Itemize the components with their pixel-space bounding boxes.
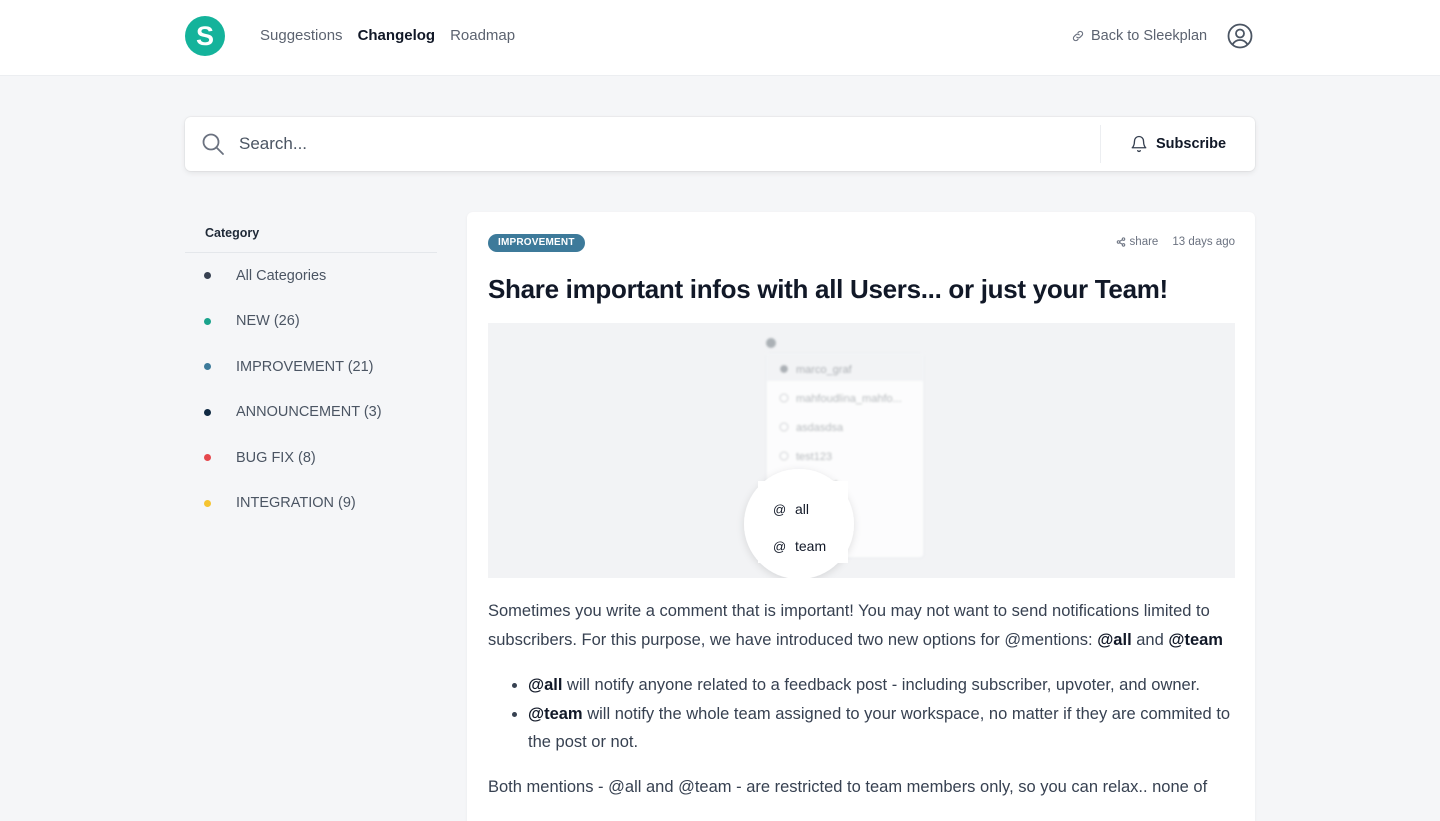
bell-icon	[1131, 135, 1147, 153]
post-intro: Sometimes you write a comment that is im…	[488, 597, 1238, 654]
brand-logo[interactable]: S	[185, 16, 225, 56]
share-icon	[1116, 237, 1125, 247]
mention-all: @all	[1097, 630, 1132, 649]
nav-suggestions[interactable]: Suggestions	[260, 26, 343, 46]
back-link-label: Back to Sleekplan	[1091, 28, 1208, 44]
category-dot-icon	[204, 363, 211, 371]
category-dot-icon	[204, 317, 211, 325]
category-dot-icon	[204, 454, 211, 462]
category-sidebar: Category All Categories NEW (26) IMPROVEME…	[185, 212, 437, 526]
post-body: Sometimes you write a comment that is im…	[488, 597, 1238, 801]
hero-user-4: test123	[796, 451, 832, 463]
category-dot-icon	[204, 499, 211, 507]
bullet-strong: @all	[528, 676, 563, 694]
subscribe-label: Subscribe	[1156, 136, 1227, 152]
hero-mention-all: all	[795, 501, 809, 517]
hero-mention-team: team	[795, 538, 826, 554]
category-dot-icon	[204, 408, 211, 416]
at-icon: @	[773, 502, 786, 517]
bullet-text: will notify anyone related to a feedback…	[562, 676, 1200, 694]
category-heading: Category	[185, 212, 437, 253]
main-nav: Suggestions Changelog Roadmap	[260, 26, 515, 46]
post-title: Share important infos with all Users... …	[488, 274, 1168, 304]
post-outro: Both mentions - @all and @team - are res…	[488, 777, 1208, 796]
category-list: All Categories NEW (26) IMPROVEMENT (21) AN…	[185, 253, 437, 526]
category-label: BUG FIX (8)	[236, 449, 316, 466]
category-label: ANNOUNCEMENT (3)	[236, 404, 382, 421]
list-item: @team will notify the whole team assigne…	[528, 700, 1238, 757]
post-meta: share 13 days ago	[1116, 236, 1235, 248]
share-label: share	[1129, 236, 1159, 248]
post-timestamp: 13 days ago	[1172, 236, 1235, 248]
category-label: INTEGRATION (9)	[236, 495, 356, 512]
feature-list: @all will notify anyone related to a fee…	[528, 671, 1238, 757]
list-item: @all will notify anyone related to a fee…	[528, 671, 1238, 700]
search-icon	[202, 133, 224, 155]
mention-team: @team	[1168, 630, 1223, 649]
category-label: IMPROVEMENT (21)	[236, 358, 374, 375]
post-hero-image: marco_graf mahfoudlina_mahfo... asdasdsa…	[488, 323, 1235, 578]
hero-user-2: mahfoudlina_mahfo...	[796, 393, 902, 405]
back-to-sleekplan-link[interactable]: Back to Sleekplan	[1071, 26, 1207, 46]
search-input[interactable]	[239, 129, 1089, 159]
category-item[interactable]: All Categories	[185, 253, 437, 299]
nav-roadmap[interactable]: Roadmap	[450, 26, 515, 46]
bullet-strong: @team	[528, 704, 583, 723]
user-avatar-icon[interactable]	[1227, 23, 1253, 49]
mention-illustration: marco_graf mahfoudlina_mahfo... asdasdsa…	[744, 338, 925, 578]
share-button[interactable]: share	[1116, 236, 1159, 248]
category-dot-icon	[204, 272, 211, 280]
category-label: All Categories	[236, 267, 327, 284]
category-label: NEW (26)	[236, 313, 300, 330]
category-item[interactable]: BUG FIX (8)	[185, 435, 437, 481]
link-icon	[1072, 30, 1084, 42]
category-item[interactable]: IMPROVEMENT (21)	[185, 344, 437, 390]
at-icon: @	[773, 539, 786, 554]
subscribe-button[interactable]: Subscribe	[1130, 133, 1226, 155]
top-header: S Suggestions Changelog Roadmap Back to …	[0, 0, 1440, 76]
category-badge[interactable]: IMPROVEMENT	[488, 234, 585, 252]
bullet-text: will notify the whole team assigned to y…	[528, 704, 1231, 752]
intro-and: and	[1131, 630, 1169, 649]
hero-user-3: asdasdsa	[796, 422, 844, 434]
category-item[interactable]: ANNOUNCEMENT (3)	[185, 390, 437, 436]
search-divider	[1100, 125, 1101, 163]
nav-changelog[interactable]: Changelog	[358, 26, 436, 46]
hero-user-1: marco_graf	[796, 364, 853, 376]
category-item[interactable]: INTEGRATION (9)	[185, 481, 437, 527]
category-item[interactable]: NEW (26)	[185, 299, 437, 345]
search-bar: Subscribe	[185, 117, 1255, 171]
changelog-post-card: IMPROVEMENT share 13 days ago Share impo…	[467, 212, 1255, 821]
